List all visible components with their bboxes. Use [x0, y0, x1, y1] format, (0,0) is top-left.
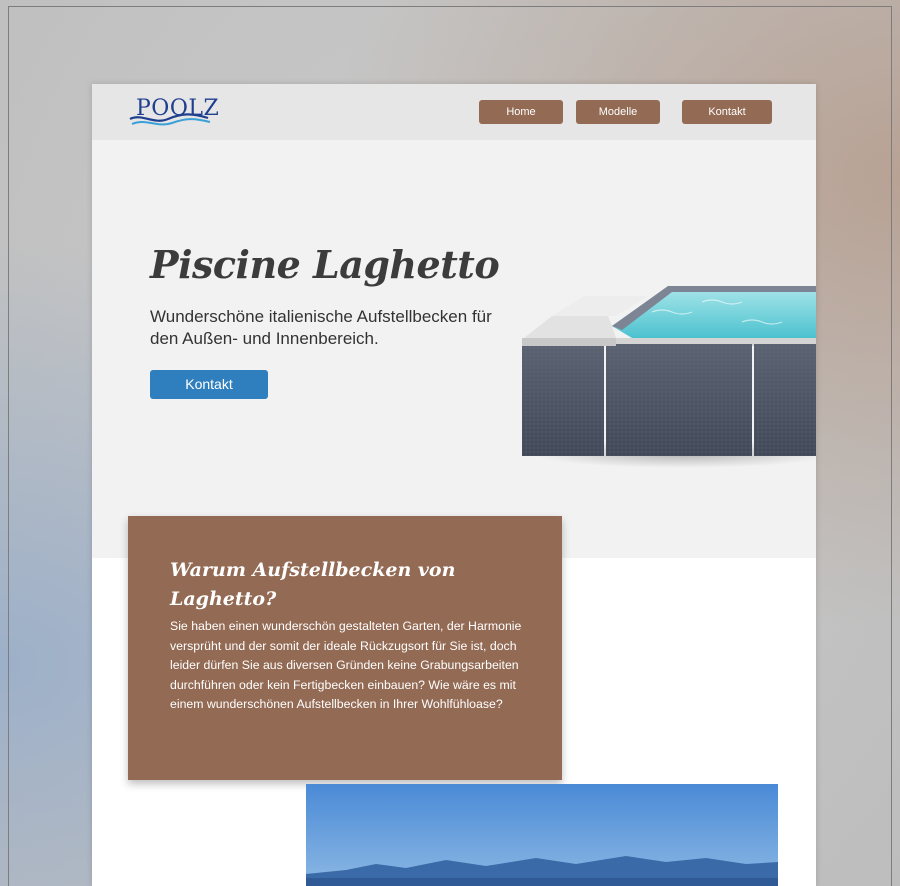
hero-section: Piscine Laghetto Wunderschöne italienisc… [92, 140, 816, 558]
navbar: POOLZ Home Modelle Kontakt [92, 84, 816, 140]
hero-subtitle: Wunderschöne italienische Aufstellbecken… [150, 307, 492, 348]
wave-icon [129, 113, 211, 126]
poolz-logo[interactable]: POOLZ [128, 94, 219, 128]
hero-title: Piscine Laghetto [150, 242, 500, 287]
hero-contact-button[interactable]: Kontakt [150, 370, 268, 399]
nav-home-button[interactable]: Home [479, 100, 563, 124]
sea-landscape-image [306, 784, 778, 886]
nav-kontakt-button[interactable]: Kontakt [682, 100, 772, 124]
info-body-text: Sie haben einen wunderschön gestalteten … [170, 619, 522, 712]
nav-modelle-button[interactable]: Modelle [576, 100, 660, 124]
info-card: Warum Aufstellbecken von Laghetto? Sie h… [128, 516, 562, 780]
info-title: Warum Aufstellbecken von Laghetto? [170, 559, 456, 610]
website-page: POOLZ Home Modelle Kontakt Piscine Laghe… [92, 84, 816, 886]
pool-image [522, 284, 816, 468]
